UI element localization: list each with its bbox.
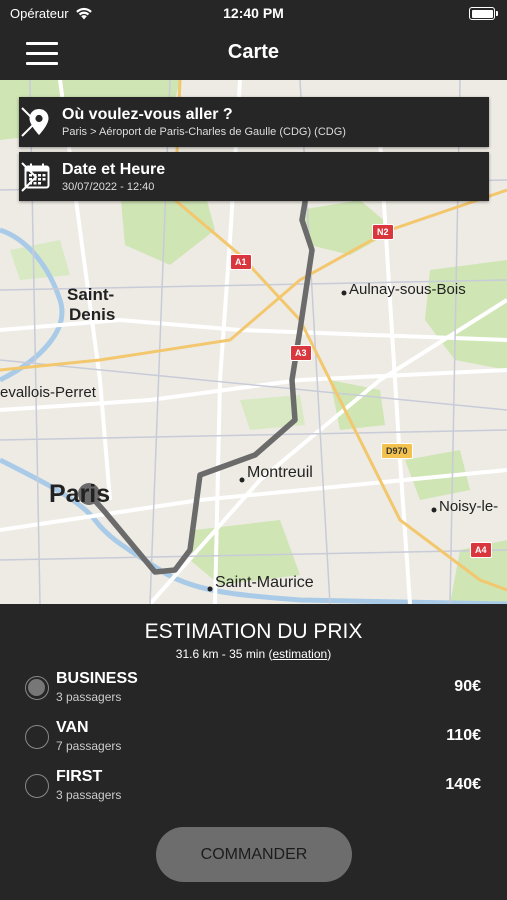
option-name: VAN — [56, 719, 89, 736]
map-view[interactable]: Saint- Denis Aulnay-sous-Bois evallois-P… — [0, 80, 507, 604]
destination-route: Paris > Aéroport de Paris-Charles de Gau… — [62, 126, 346, 138]
nav-bar: Carte — [0, 28, 507, 80]
estimate-title: ESTIMATION DU PRIX — [144, 620, 363, 643]
option-passengers: 3 passagers — [56, 690, 122, 704]
status-time: 12:40 PM — [223, 5, 284, 21]
map-label-montreuil: Montreuil — [247, 464, 313, 481]
screen: Opérateur 12:40 PM Carte Saint- Denis Au… — [0, 0, 507, 900]
radio-business[interactable] — [25, 676, 49, 700]
option-first[interactable]: FIRST 3 passagers 140€ — [25, 768, 485, 808]
map-label-aulnay: Aulnay-sous-Bois — [349, 281, 466, 298]
datetime-value: 30/07/2022 - 12:40 — [62, 181, 155, 193]
distance-time: 31.6 km - 35 min — [175, 647, 266, 661]
map-label-levallois: evallois-Perret — [0, 384, 96, 401]
option-van[interactable]: VAN 7 passagers 110€ — [25, 719, 485, 759]
datetime-title: Date et Heure — [62, 161, 166, 178]
map-label-noisy: Noisy-le- — [439, 498, 499, 515]
map-label-paris: Paris — [49, 480, 111, 508]
datetime-card[interactable]: Date et Heure 30/07/2022 - 12:40 — [19, 152, 489, 201]
map-label-saint-denis-2: Denis — [69, 305, 116, 324]
order-button[interactable]: COMMANDER — [156, 827, 352, 882]
chevron-right-icon — [21, 162, 38, 192]
map-label-saint-denis-1: Saint- — [67, 285, 115, 304]
estimation-link[interactable]: estimation — [273, 647, 328, 661]
option-price: 90€ — [454, 678, 481, 695]
option-name: FIRST — [56, 768, 103, 785]
price-panel: ESTIMATION DU PRIX 31.6 km - 35 min (est… — [0, 604, 507, 900]
option-price: 140€ — [445, 776, 481, 793]
destination-title: Où voulez-vous aller ? — [62, 106, 233, 123]
option-passengers: 3 passagers — [56, 788, 122, 802]
destination-card[interactable]: Où voulez-vous aller ? Paris > Aéroport … — [19, 97, 489, 147]
road-shield-d970: D970 — [381, 443, 413, 459]
map-label-saint-maurice: Saint-Maurice — [215, 574, 314, 591]
status-bar: Opérateur 12:40 PM — [0, 0, 507, 28]
close-paren: ) — [327, 647, 332, 661]
road-shield-n2: N2 — [372, 224, 394, 240]
option-price: 110€ — [446, 727, 481, 744]
page-title: Carte — [227, 41, 280, 63]
option-passengers: 7 passagers — [56, 739, 122, 753]
battery-icon — [469, 7, 498, 20]
radio-first[interactable] — [25, 774, 49, 798]
option-name: BUSINESS — [56, 670, 138, 687]
estimate-subtitle: 31.6 km - 35 min (estimation) — [0, 647, 507, 661]
road-shield-a4: A4 — [470, 542, 492, 558]
road-shield-a1: A1 — [230, 254, 252, 270]
option-business[interactable]: BUSINESS 3 passagers 90€ — [25, 670, 485, 710]
chevron-right-icon — [21, 107, 38, 137]
road-shield-a3: A3 — [290, 345, 312, 361]
radio-van[interactable] — [25, 725, 49, 749]
